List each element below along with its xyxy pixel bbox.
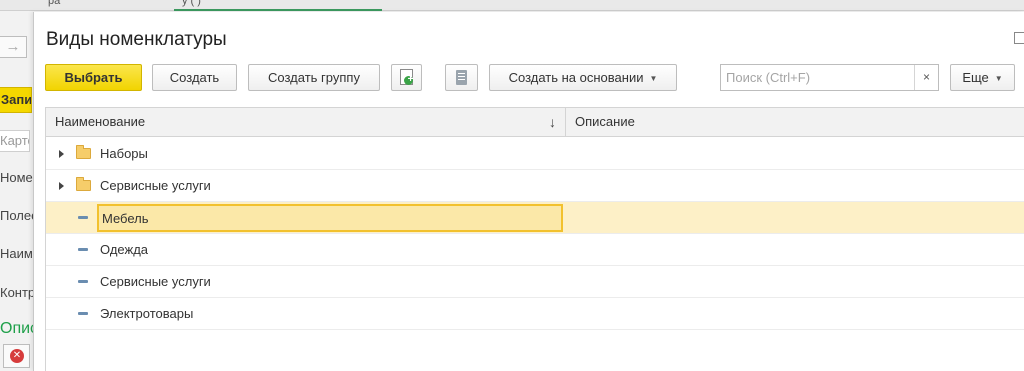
item-dash-icon: [78, 248, 88, 251]
create-button[interactable]: Создать: [152, 64, 237, 91]
table-row[interactable]: Сервисные услуги: [46, 170, 1024, 202]
add-copy-icon: +: [400, 69, 413, 85]
selection-form: Виды номенклатуры Выбрать Создать Создат…: [33, 12, 1024, 371]
clear-search-button[interactable]: ×: [914, 65, 938, 90]
chevron-down-icon: ▼: [649, 74, 658, 84]
background-field[interactable]: Карточка: [0, 130, 30, 152]
table-row[interactable]: Одежда: [46, 234, 1024, 266]
document-list-icon: [456, 70, 467, 85]
more-button[interactable]: Еще ▼: [950, 64, 1015, 91]
row-name: Наборы: [100, 146, 148, 161]
background-tab-2-active[interactable]: у ( ): [174, 0, 382, 11]
search-input[interactable]: [721, 65, 915, 90]
search-box: ×: [720, 64, 939, 91]
folder-icon: [76, 177, 91, 191]
copy-button[interactable]: +: [391, 64, 422, 91]
background-label-3: Наимено: [0, 246, 33, 261]
background-label-4: Контр ул:: [0, 285, 33, 300]
maximize-icon[interactable]: [1014, 32, 1024, 44]
table-row[interactable]: Сервисные услуги: [46, 266, 1024, 298]
create-based-on-button[interactable]: Создать на основании ▼: [489, 64, 677, 91]
more-label: Еще: [962, 70, 989, 85]
table-header: Наименование ↓ Описание: [46, 108, 1024, 137]
create-group-button[interactable]: Создать группу: [248, 64, 380, 91]
item-types-table: Наименование ↓ Описание Наборы Сервисные…: [45, 107, 1024, 371]
background-label-1: Номен: [0, 170, 33, 185]
toolbar: Выбрать Создать Создать группу + Создать…: [34, 64, 1024, 94]
forward-arrow-icon[interactable]: →: [0, 36, 27, 58]
column-name-label: Наименование: [55, 114, 146, 129]
expand-arrow-icon[interactable]: [59, 150, 64, 158]
row-name: Одежда: [100, 242, 149, 257]
column-header-description[interactable]: Описание: [567, 108, 635, 137]
expand-arrow-icon[interactable]: [59, 182, 64, 190]
folder-icon: [76, 145, 91, 159]
list-button[interactable]: [445, 64, 478, 91]
table-row-selected[interactable]: Мебель: [46, 202, 1024, 234]
row-name: Сервисные услуги: [100, 274, 211, 289]
column-header-name[interactable]: Наименование ↓: [46, 108, 566, 137]
item-dash-icon: [78, 280, 88, 283]
chevron-down-icon: ▼: [994, 74, 1003, 84]
table-row[interactable]: Наборы: [46, 138, 1024, 170]
background-label-2: Полее на: [0, 208, 33, 223]
background-tab-1[interactable]: ра: [40, 0, 168, 11]
background-close-button[interactable]: ✕: [3, 344, 30, 368]
background-tab-strip: ра у ( ): [0, 0, 1024, 11]
select-button[interactable]: Выбрать: [45, 64, 142, 91]
create-based-on-label: Создать на основании: [508, 70, 644, 85]
close-icon: ✕: [10, 349, 24, 363]
item-dash-icon: [78, 312, 88, 315]
item-dash-icon: [78, 216, 88, 219]
background-save-button[interactable]: Записать: [0, 87, 32, 113]
table-row[interactable]: Электротовары: [46, 298, 1024, 330]
background-left-panel: → Записать Карточка Номен Полее на Наиме…: [0, 12, 33, 371]
form-title: Виды номенклатуры: [46, 29, 227, 50]
sort-arrow-icon: ↓: [549, 114, 556, 130]
row-name: Электротовары: [100, 306, 194, 321]
row-name-focused-cell[interactable]: Мебель: [97, 204, 563, 232]
row-name: Сервисные услуги: [100, 178, 211, 193]
background-green-link[interactable]: Описани: [0, 320, 33, 338]
